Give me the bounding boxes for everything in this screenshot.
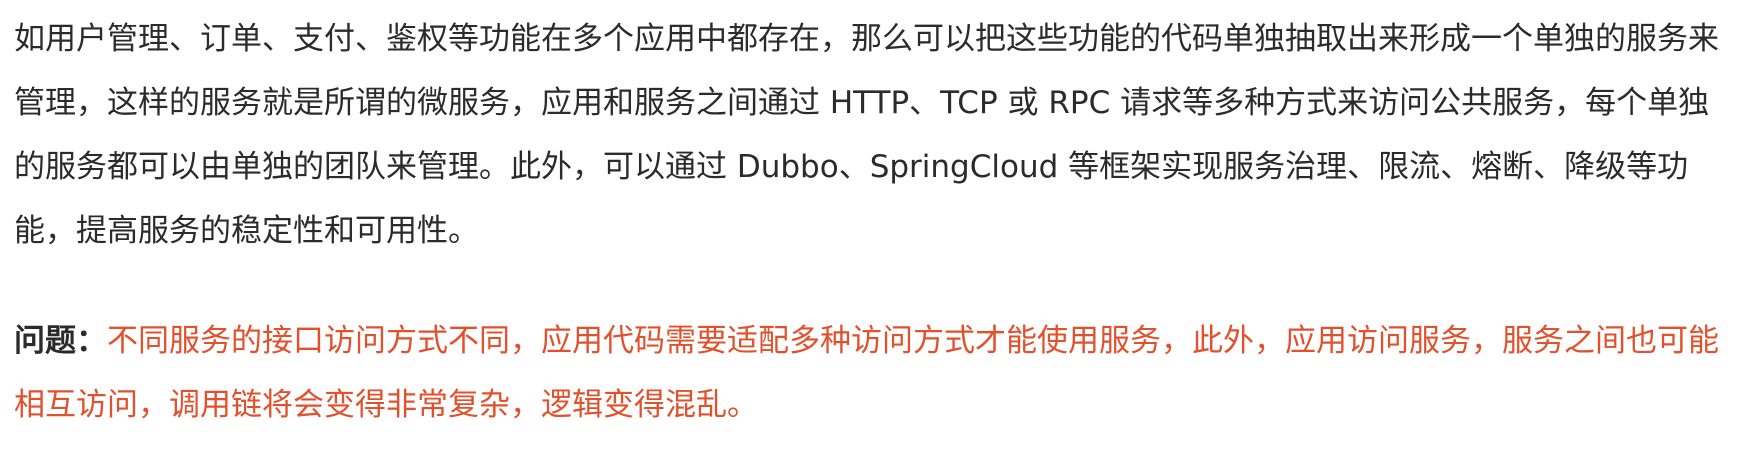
document-body: 如用户管理、订单、支付、鉴权等功能在多个应用中都存在，那么可以把这些功能的代码单… [14,0,1739,437]
problem-text: 不同服务的接口访问方式不同，应用代码需要适配多种访问方式才能使用服务，此外，应用… [14,323,1719,423]
problem-paragraph: 问题：不同服务的接口访问方式不同，应用代码需要适配多种访问方式才能使用服务，此外… [14,309,1739,437]
problem-label: 问题： [14,323,107,359]
microservice-intro-paragraph: 如用户管理、订单、支付、鉴权等功能在多个应用中都存在，那么可以把这些功能的代码单… [14,21,1719,249]
